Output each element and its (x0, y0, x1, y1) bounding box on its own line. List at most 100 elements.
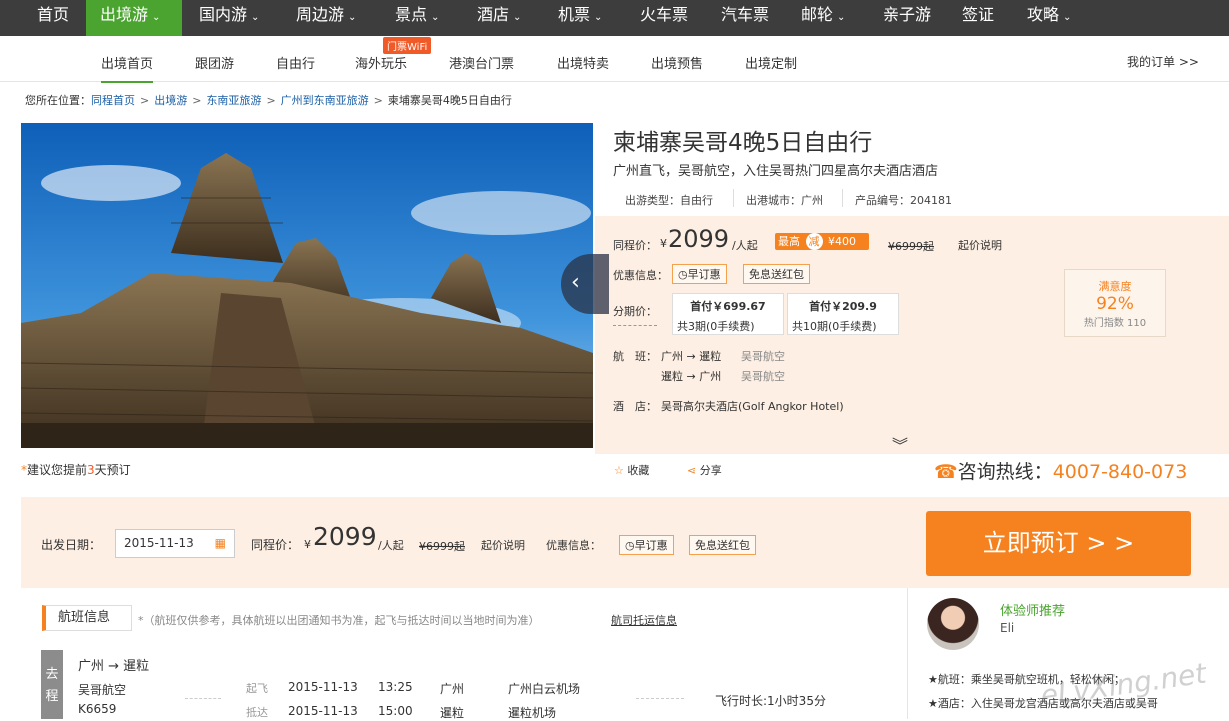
outbound-label: 去程 (41, 650, 63, 719)
sub-nav: 出境首页 跟团游 自由行 海外玩乐 门票WiFi 港澳台门票 出境特卖 出境预售… (0, 37, 1229, 83)
nav-item-family[interactable]: 亲子游 (883, 0, 931, 36)
arrive-airport: 暹粒机场 (508, 706, 557, 720)
nav-item-hotel[interactable]: 酒店 ⌄ (477, 0, 521, 36)
installment-option-10[interactable]: 首付￥209.9 共10期(0手续费) (787, 293, 899, 335)
price-label: 同程价： (613, 239, 657, 252)
nav-item-train[interactable]: 火车票 (640, 0, 688, 36)
baggage-info-link[interactable]: 航司托运信息 (611, 612, 677, 628)
arrive-date: 2015-11-13 (288, 704, 358, 718)
trip-type: 出游类型：自由行 (625, 194, 713, 207)
nav-item-flights[interactable]: 机票 ⌄ (558, 0, 602, 36)
top-nav: 首页 出境游 ⌄ 国内游 ⌄ 周边游 ⌄ 景点 ⌄ 酒店 ⌄ 机票 ⌄ 火车票 汽车票 邮轮… (0, 0, 1229, 36)
nav-item-home[interactable]: 首页 (37, 0, 69, 36)
nav-item-visa[interactable]: 签证 (962, 0, 994, 36)
segment-route: 广州 → 暹粒 (78, 659, 150, 674)
satisfaction-value: 92% (1096, 294, 1134, 314)
recommender-name: Eli (1000, 621, 1015, 635)
tab-outbound-deals[interactable]: 出境特卖 (557, 53, 609, 72)
booking-price-explain-link[interactable]: 起价说明 (481, 537, 525, 553)
expand-chevron-icon[interactable]: ︾ (892, 432, 908, 456)
early-bird-tag[interactable]: ◷早订惠 (672, 264, 727, 284)
product-code: 产品编号：204181 (855, 194, 952, 207)
breadcrumb-link[interactable]: 广州到东南亚旅游 (281, 94, 369, 107)
flight-number: K6659 (78, 702, 117, 716)
flight-duration: 飞行时长:1小时35分 (715, 694, 826, 708)
product-subtitle: 广州直飞，吴哥航空，入住吴哥热门四星高尔夫酒店酒店 (613, 164, 939, 179)
price-currency: ¥ (660, 237, 667, 250)
breadcrumb-current: 柬埔寨吴哥4晚5日自由行 (387, 94, 512, 107)
nav-item-bus[interactable]: 汽车票 (721, 0, 769, 36)
clock-icon: ◷ (678, 268, 688, 281)
tab-outbound-home[interactable]: 出境首页 (101, 53, 154, 83)
price-value: 2099 (668, 225, 730, 253)
flight-info-title: 航班信息 (42, 605, 132, 631)
depart-time: 13:25 (378, 680, 413, 694)
wifi-badge: 门票WiFi (383, 37, 432, 54)
favorite-button[interactable]: ☆ 收藏 (614, 462, 649, 478)
interest-free-tag[interactable]: 免息送红包 (743, 264, 810, 284)
early-bird-tag[interactable]: ◷早订惠 (619, 535, 674, 555)
price-explain-link[interactable]: 起价说明 (958, 237, 1002, 253)
departure-date-input[interactable]: 2015-11-13 ▦ (115, 529, 235, 558)
chevron-down-icon: ⌄ (513, 12, 522, 23)
nav-item-domestic[interactable]: 国内游 ⌄ (199, 0, 259, 36)
breadcrumb-link[interactable]: 出境游 (154, 94, 187, 107)
breadcrumb-link[interactable]: 东南亚旅游 (206, 94, 261, 107)
flight-airline: 吴哥航空 (741, 370, 785, 383)
clock-icon: ◷ (625, 539, 635, 552)
arrive-time: 15:00 (378, 704, 413, 718)
tab-free-travel[interactable]: 自由行 (276, 53, 315, 72)
hotel-label: 酒 店： (613, 400, 657, 413)
product-title: 柬埔寨吴哥4晚5日自由行 (613, 130, 873, 156)
chevron-down-icon: ⌄ (251, 12, 260, 23)
flight-route: 暹粒 → 广州 (661, 370, 722, 383)
max-discount-badge: 最高 减 ¥400 (775, 233, 869, 250)
divider (733, 189, 734, 207)
price-unit: /人起 (732, 239, 758, 252)
tab-overseas-fun[interactable]: 海外玩乐 (355, 53, 407, 72)
nav-item-nearby[interactable]: 周边游 ⌄ (296, 0, 356, 36)
share-icon: ⋖ (687, 464, 697, 477)
star-icon: ☆ (614, 464, 624, 477)
my-orders-link[interactable]: 我的订单 >> (1127, 53, 1199, 70)
phone-icon: ☎ (934, 461, 958, 483)
nav-item-attractions[interactable]: 景点 ⌄ (395, 0, 439, 36)
chevron-down-icon: ⌄ (1063, 12, 1072, 23)
chevron-down-icon: ⌄ (837, 12, 846, 23)
depart-airport: 广州白云机场 (508, 682, 581, 696)
chevron-down-icon: ⌄ (431, 12, 440, 23)
tab-group-tour[interactable]: 跟团游 (195, 53, 234, 72)
divider (636, 698, 684, 699)
tab-custom[interactable]: 出境定制 (745, 53, 797, 72)
recommend-title: 体验师推荐 (1000, 604, 1066, 619)
installment-option-3[interactable]: 首付￥699.67 共3期(0手续费) (672, 293, 784, 335)
segment-airline: 吴哥航空 (78, 683, 127, 697)
share-button[interactable]: ⋖ 分享 (687, 462, 722, 478)
tab-presale[interactable]: 出境预售 (651, 53, 703, 72)
hot-index: 热门指数 110 (1083, 318, 1147, 329)
booking-advice: *建议您提前3天预订 (21, 463, 131, 477)
calendar-icon: ▦ (214, 536, 226, 550)
arrive-city: 暹粒 (440, 706, 465, 720)
nav-item-cruise[interactable]: 邮轮 ⌄ (801, 0, 845, 36)
hotline: ☎咨询热线：4007-840-073 (934, 461, 1188, 483)
tab-hk-macau-tickets[interactable]: 港澳台门票 (449, 53, 514, 72)
divider (185, 698, 221, 699)
interest-free-tag[interactable]: 免息送红包 (689, 535, 756, 555)
avatar (927, 598, 979, 650)
booking-price: 2099 (313, 522, 377, 551)
nav-item-outbound[interactable]: 出境游 ⌄ (86, 0, 182, 36)
depart-date: 2015-11-13 (288, 680, 358, 694)
booking-price-label: 同程价： (251, 538, 300, 552)
chevron-down-icon: ⌄ (152, 12, 161, 23)
chevron-left-icon: ‹ (571, 270, 580, 295)
original-price: ¥6999起 (888, 240, 934, 253)
breadcrumb-link[interactable]: 同程首页 (91, 94, 135, 107)
flight-airline: 吴哥航空 (741, 350, 785, 363)
satisfaction-box: 满意度 92% 热门指数 110 (1064, 269, 1166, 337)
installment-label: 分期价： (613, 303, 657, 326)
discount-icon: 减 (805, 233, 823, 250)
nav-item-guides[interactable]: 攻略 ⌄ (1027, 0, 1071, 36)
flight-label: 航 班： (613, 350, 657, 363)
book-now-button[interactable]: 立即预订 > > (926, 511, 1191, 576)
